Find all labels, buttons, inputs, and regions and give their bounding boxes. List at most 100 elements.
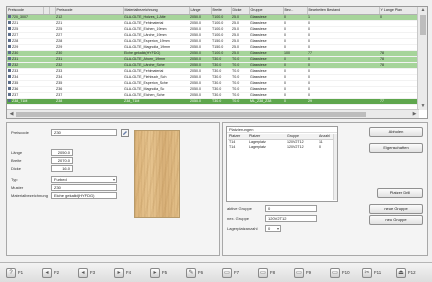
f6-label: F6 — [198, 270, 204, 275]
neue-gruppe-button[interactable]: neue Gruppe — [369, 204, 423, 214]
exit-icon: ⏏ — [396, 268, 406, 278]
placement-cell: T14 — [229, 144, 236, 149]
f5-button[interactable]: ▸ F5 — [150, 267, 184, 279]
lagerplatzanzahl-label: Lagerplatzanzahl — [227, 226, 258, 231]
f7-button[interactable]: ▭ F7 — [222, 267, 256, 279]
f1-label: F1 — [18, 270, 24, 275]
material-table: Preiscode Preiscode Materialbezeichnung … — [7, 7, 418, 105]
row-code: Z31 — [12, 56, 19, 61]
f8-button[interactable]: ▭ F8 — [258, 267, 292, 279]
row-code: Z35 — [12, 80, 19, 85]
scroll-down-arrow-icon[interactable]: ▼ — [418, 103, 427, 110]
scroll-thumb[interactable] — [420, 15, 426, 35]
f9-button[interactable]: ▭ F9 — [294, 267, 328, 279]
placement-list[interactable]: Platzierungen Platzer Platzer Gruppe Anz… — [226, 126, 338, 202]
table-row[interactable]: Z38_T1M Z38 Z38_T1M 2050.0 T30.0 T0.0 ML_Z38_Z… — [7, 98, 417, 105]
row-record-icon — [8, 87, 11, 91]
f2-label: F2 — [54, 270, 60, 275]
row-code: Z38_T1M — [12, 98, 28, 103]
materialbezeichnung-field[interactable]: Eiche gekalkt(HYFDG) — [51, 192, 117, 199]
previous-icon: ◂ — [78, 268, 88, 278]
col-header[interactable]: Länge — [189, 7, 212, 15]
placement-cell: Lagerplatz — [249, 144, 266, 149]
help-icon: ? — [6, 268, 16, 278]
table-cell: T0.0 — [231, 98, 249, 105]
aktive-gruppe-label: aktive Gruppe — [227, 206, 252, 211]
muster-field[interactable]: Z30 — [51, 184, 117, 191]
col-header[interactable]: Y Lange Plan — [379, 7, 418, 15]
document-icon: ▭ — [258, 268, 268, 278]
placement-table: Platzer Platzer Gruppe Anzahl T14 Lagerp… — [228, 134, 336, 149]
f4-button[interactable]: ▸ F4 — [114, 267, 148, 279]
col-header[interactable]: Materialbezeichnung — [123, 7, 190, 15]
row-code: Z32 — [12, 62, 19, 67]
neu-gruppe-button[interactable]: neu Gruppe — [369, 215, 423, 225]
row-code: Z25 — [12, 26, 19, 31]
typ-dropdown[interactable]: Furbed — [51, 176, 117, 183]
col-header[interactable]: Dicke — [231, 7, 250, 15]
f1-button[interactable]: ? F1 — [6, 267, 40, 279]
breite-label: Breite — [11, 158, 22, 163]
f8-label: F8 — [270, 270, 276, 275]
col-header[interactable]: Bev... — [283, 7, 308, 15]
grid-vertical-scrollbar[interactable]: ▲ ▼ — [417, 7, 427, 110]
table-cell: 77 — [379, 98, 417, 105]
col-header[interactable]: Gruppe — [249, 7, 284, 15]
f3-button[interactable]: ◂ F3 — [78, 267, 112, 279]
f2-button[interactable]: ◂ F2 — [42, 267, 76, 279]
table-cell: T30.0 — [211, 98, 231, 105]
scroll-right-arrow-icon[interactable]: ▶ — [410, 110, 419, 118]
f10-label: F10 — [342, 270, 350, 275]
row-record-icon — [8, 81, 11, 85]
f6-button[interactable]: ✎ F6 — [186, 267, 220, 279]
abholen-button[interactable]: Abholen — [369, 127, 423, 137]
row-record-icon — [8, 75, 11, 79]
eigenschaften-button[interactable]: Eigenschaften — [369, 143, 423, 153]
material-grid[interactable]: Preiscode Preiscode Materialbezeichnung … — [6, 6, 428, 119]
preiscode-field[interactable]: Z30 — [51, 129, 117, 136]
col-header[interactable]: Breite — [211, 7, 232, 15]
scroll-up-arrow-icon[interactable]: ▲ — [418, 7, 427, 14]
edit-icon: ✎ — [186, 268, 196, 278]
row-record-icon — [8, 39, 11, 43]
f12-button[interactable]: ⏏ F12 — [396, 267, 430, 279]
row-record-icon — [8, 21, 11, 25]
row-code: Z21 — [12, 20, 19, 25]
grid-header-row: Preiscode Preiscode Materialbezeichnung … — [7, 7, 418, 15]
row-code: Z33 — [12, 68, 19, 73]
table-cell: Z38 — [55, 98, 123, 105]
dicke-label: Dicke — [11, 166, 22, 171]
aktive-gruppe-field[interactable]: 0 — [265, 205, 317, 212]
breite-field[interactable]: 2070.0 — [51, 157, 73, 164]
table-cell: 29 — [307, 98, 379, 105]
dicke-field[interactable]: 16.0 — [51, 165, 73, 172]
typ-label: Typ — [11, 177, 18, 182]
naechste-gruppe-field[interactable]: 120V2T12 — [265, 215, 317, 222]
f11-button[interactable]: ✂ F11 — [362, 267, 396, 279]
next-icon: ▸ — [114, 268, 124, 278]
placement-row[interactable]: T14 Lagerplatz 120V2T12 0 — [228, 144, 336, 149]
placement-header: Platzierungen — [227, 127, 337, 133]
grid-horizontal-scrollbar[interactable]: ◀ ▶ — [7, 109, 419, 118]
col-header[interactable]: Preiscode — [55, 7, 124, 15]
lagerplatzanzahl-dropdown[interactable]: 0 — [265, 225, 281, 232]
material-texture-preview — [134, 130, 180, 218]
col-header[interactable]: Preiscode — [7, 7, 44, 15]
f10-button[interactable]: ▭ F10 — [330, 267, 364, 279]
col-header[interactable]: Bearbeiten Bestand — [307, 7, 380, 15]
table-cell: ML_Z38_Z38 — [249, 98, 283, 105]
scroll-thumb[interactable] — [16, 112, 366, 117]
placement-scrollbar[interactable] — [333, 134, 337, 200]
list-icon: ▭ — [294, 268, 304, 278]
row-code: Z37 — [12, 92, 19, 97]
row-record-icon — [8, 15, 11, 19]
row-record-icon — [8, 33, 11, 37]
row-code: Z30 — [12, 50, 19, 55]
row-record-icon — [8, 57, 11, 61]
scroll-left-arrow-icon[interactable]: ◀ — [7, 110, 16, 118]
laenge-field[interactable]: 2050.0 — [51, 149, 73, 156]
row-code: Z34 — [12, 74, 19, 79]
f7-label: F7 — [234, 270, 240, 275]
edit-pencil-icon[interactable] — [121, 129, 129, 137]
platzer-drill-button[interactable]: Platzer Drill — [377, 188, 423, 198]
